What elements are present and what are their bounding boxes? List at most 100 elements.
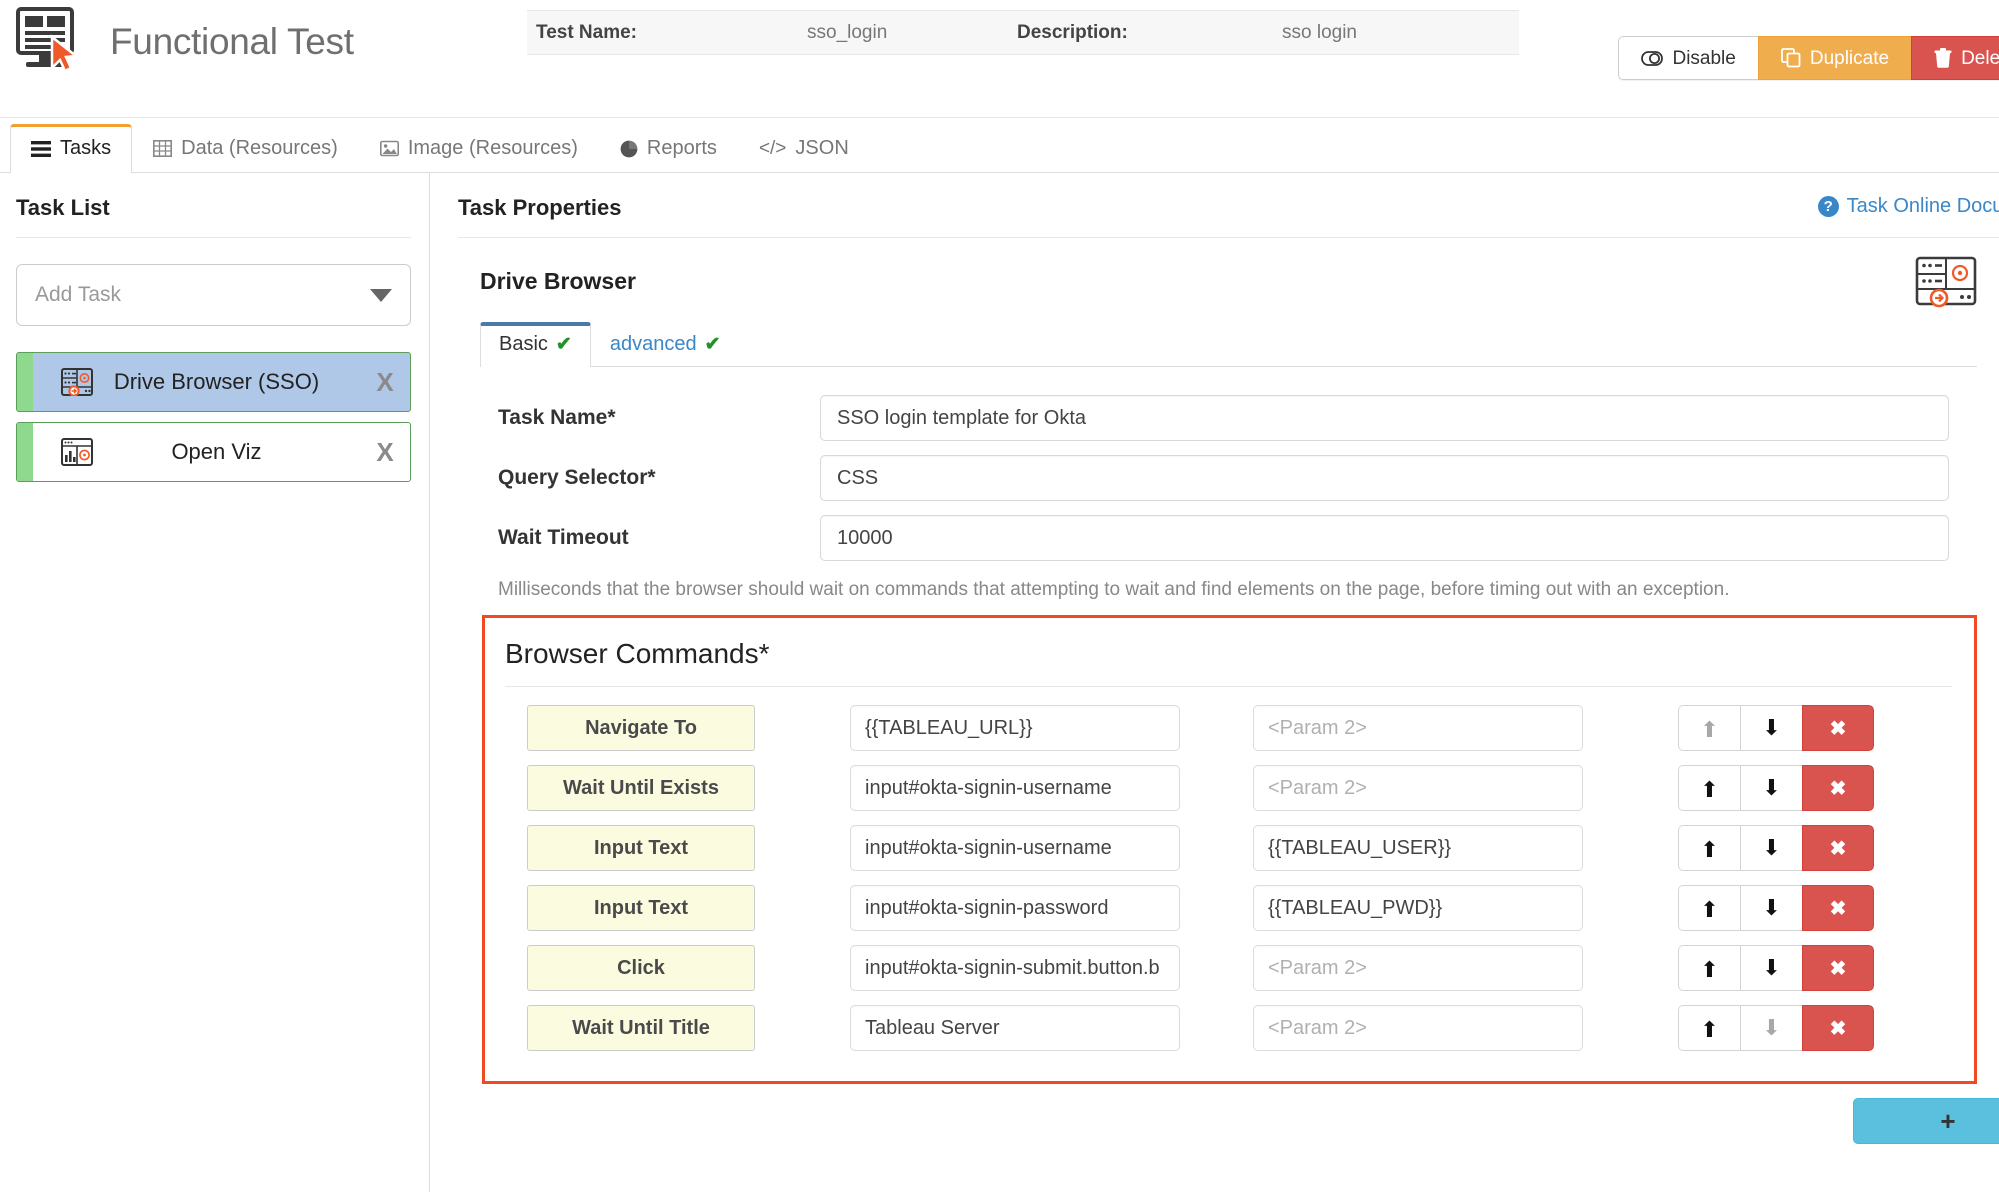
command-actions: ⬇ ⬇ ✖ [1678,1005,1874,1051]
browser-commands-title: Browser Commands* [505,634,1952,687]
app-header: Functional Test Test Name: sso_login Des… [0,0,1999,118]
wait-timeout-input[interactable] [820,515,1949,561]
remove-command-button[interactable]: ✖ [1802,765,1874,811]
move-up-button[interactable]: ⬇ [1678,825,1741,871]
move-down-button[interactable]: ⬇ [1740,945,1803,991]
command-type-button[interactable]: Wait Until Title [527,1005,755,1051]
command-type-button[interactable]: Click [527,945,755,991]
subtab-basic[interactable]: Basic ✔ [480,322,591,367]
remove-command-button[interactable]: ✖ [1802,705,1874,751]
query-selector-input[interactable] [820,455,1949,501]
drive-browser-large-icon [1915,256,1977,308]
move-down-button[interactable]: ⬇ [1740,765,1803,811]
monitor-document-cursor-icon [16,7,80,73]
move-down-button[interactable]: ⬇ [1740,885,1803,931]
tab-reports[interactable]: Reports [599,124,738,173]
move-down-button[interactable]: ⬇ [1740,1005,1803,1051]
brand: Functional Test [0,0,354,78]
tab-reports-label: Reports [646,137,717,159]
check-icon: ✔ [704,334,721,355]
task-item-drive-browser[interactable]: Drive Browser (SSO) X [16,352,411,412]
subtab-advanced-label: advanced [609,333,697,355]
move-down-button[interactable]: ⬇ [1740,705,1803,751]
command-param1-input[interactable] [850,765,1180,811]
task-remove-button[interactable]: X [360,367,410,398]
status-bar [17,423,33,481]
task-properties-header: Task Properties [458,195,1999,221]
tab-tasks-label: Tasks [60,137,112,159]
divider [16,237,411,238]
divider [458,237,1999,238]
command-param1-input[interactable] [850,705,1180,751]
remove-command-button[interactable]: ✖ [1802,1005,1874,1051]
tab-data-label: Data (Resources) [181,137,338,159]
disable-label: Disable [1672,47,1736,69]
page-title: Task Properties [458,195,622,220]
tab-json-label: JSON [795,137,849,159]
command-type-button[interactable]: Input Text [527,825,755,871]
task-item-open-viz[interactable]: Open Viz X [16,422,411,482]
tab-data-resources[interactable]: Data (Resources) [132,124,359,173]
remove-command-button[interactable]: ✖ [1802,825,1874,871]
add-task-dropdown[interactable]: Add Task [16,264,411,326]
command-param2-input[interactable] [1253,765,1583,811]
move-up-button[interactable]: ⬇ [1678,705,1741,751]
drive-browser-icon [61,367,95,397]
trash-icon [1934,48,1952,68]
task-online-documentation-link[interactable]: ? Task Online Documenta [1817,195,1999,218]
command-param1-input[interactable] [850,825,1180,871]
duplicate-label: Duplicate [1809,47,1890,69]
command-param2-input[interactable] [1253,825,1583,871]
command-actions: ⬇ ⬇ ✖ [1678,765,1874,811]
query-selector-label: Query Selector* [498,466,656,489]
command-param2-input[interactable] [1253,945,1583,991]
move-up-button[interactable]: ⬇ [1678,885,1741,931]
move-down-button[interactable]: ⬇ [1740,825,1803,871]
tab-image-resources[interactable]: Image (Resources) [359,124,599,173]
command-actions: ⬇ ⬇ ✖ [1678,945,1874,991]
task-item-label: Drive Browser (SSO) [113,369,320,394]
body-wrap: Task List Add Task Drive Browser (SSO) X… [0,173,1999,1192]
duplicate-button[interactable]: Duplicate [1757,36,1913,80]
command-param1-input[interactable] [850,945,1180,991]
command-param1-input[interactable] [850,885,1180,931]
task-name-input[interactable] [820,395,1949,441]
form-row-query-selector: Query Selector* [480,455,1977,501]
command-row: Wait Until Title ⬇ ⬇ ✖ [505,1005,1974,1051]
add-command-button[interactable]: + [1853,1098,1999,1144]
command-row: Input Text ⬇ ⬇ ✖ [505,825,1974,871]
picture-icon [379,140,399,157]
move-up-button[interactable]: ⬇ [1678,765,1741,811]
test-meta-bar: Test Name: sso_login Description: sso lo… [527,10,1519,55]
command-type-button[interactable]: Wait Until Exists [527,765,755,811]
command-param2-input[interactable] [1253,705,1583,751]
question-mark-icon: ? [1817,196,1839,217]
description-label: Description: [1017,21,1128,43]
disable-button[interactable]: Disable [1618,36,1759,80]
task-list-title: Task List [16,195,110,220]
command-type-button[interactable]: Input Text [527,885,755,931]
list-rows-icon [31,140,51,157]
command-type-button[interactable]: Navigate To [527,705,755,751]
remove-command-button[interactable]: ✖ [1802,945,1874,991]
command-param2-input[interactable] [1253,885,1583,931]
description-value: sso login [1282,21,1357,43]
card-title: Drive Browser [480,268,636,294]
command-actions: ⬇ ⬇ ✖ [1678,885,1874,931]
task-list-panel: Task List Add Task Drive Browser (SSO) X… [0,173,430,1192]
move-up-button[interactable]: ⬇ [1678,1005,1741,1051]
browser-commands-box: Browser Commands* Navigate To ⬇ ⬇ ✖ Wait… [482,615,1977,1084]
remove-command-button[interactable]: ✖ [1802,885,1874,931]
command-param2-input[interactable] [1253,1005,1583,1051]
task-remove-button[interactable]: X [360,437,410,468]
command-param1-input[interactable] [850,1005,1180,1051]
test-name-label: Test Name: [536,21,638,43]
command-actions: ⬇ ⬇ ✖ [1678,825,1874,871]
command-row: Input Text ⬇ ⬇ ✖ [505,885,1974,931]
tab-json[interactable]: </> JSON [738,124,870,173]
move-up-button[interactable]: ⬇ [1678,945,1741,991]
subtab-advanced[interactable]: advanced ✔ [591,322,740,367]
tab-tasks[interactable]: Tasks [10,124,133,173]
delete-button[interactable]: Delete [1911,36,1999,80]
test-name-value: sso_login [807,21,888,43]
